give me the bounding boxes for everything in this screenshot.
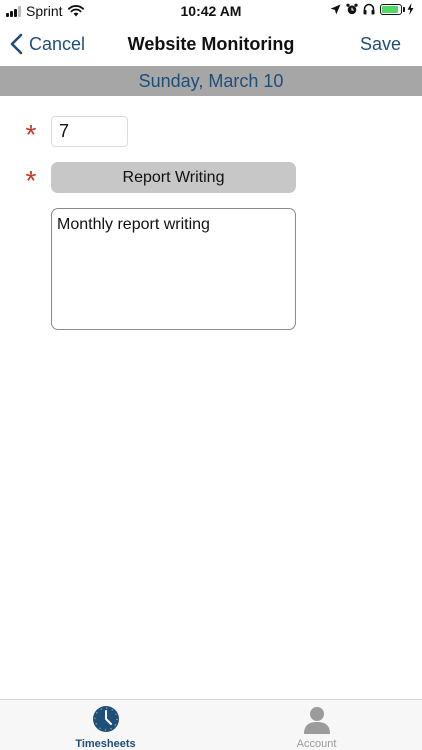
tab-timesheets[interactable]: Timesheets	[0, 700, 211, 750]
headphones-icon	[363, 3, 375, 15]
save-button[interactable]: Save	[360, 22, 401, 66]
tab-account-label: Account	[296, 738, 337, 750]
date-header: Sunday, March 10	[0, 66, 422, 96]
battery-icon	[380, 3, 402, 15]
battery-cap	[403, 6, 405, 12]
charging-bolt-icon	[407, 3, 414, 15]
status-right	[325, 3, 414, 15]
chevron-left-icon	[10, 33, 23, 55]
task-required-marker: *	[25, 165, 37, 196]
navigation-bar: Cancel Website Monitoring Save	[0, 22, 422, 66]
hours-input[interactable]	[51, 116, 128, 147]
task-select-button[interactable]: Report Writing	[51, 162, 296, 193]
cancel-button[interactable]: Cancel	[10, 22, 85, 66]
tab-bar: Timesheets Account	[0, 699, 422, 750]
location-arrow-icon	[330, 4, 341, 14]
tab-account[interactable]: Account	[211, 700, 422, 750]
clock-icon	[92, 706, 119, 732]
cancel-label: Cancel	[29, 33, 86, 54]
status-bar: Sprint 10:42 AM	[0, 0, 422, 22]
battery-level	[382, 5, 399, 13]
notes-textarea[interactable]: Monthly report writing	[51, 208, 296, 330]
tab-timesheets-label: Timesheets	[75, 738, 136, 750]
person-icon	[303, 707, 330, 734]
alarm-clock-icon	[346, 3, 358, 15]
hours-required-marker: *	[25, 119, 37, 150]
